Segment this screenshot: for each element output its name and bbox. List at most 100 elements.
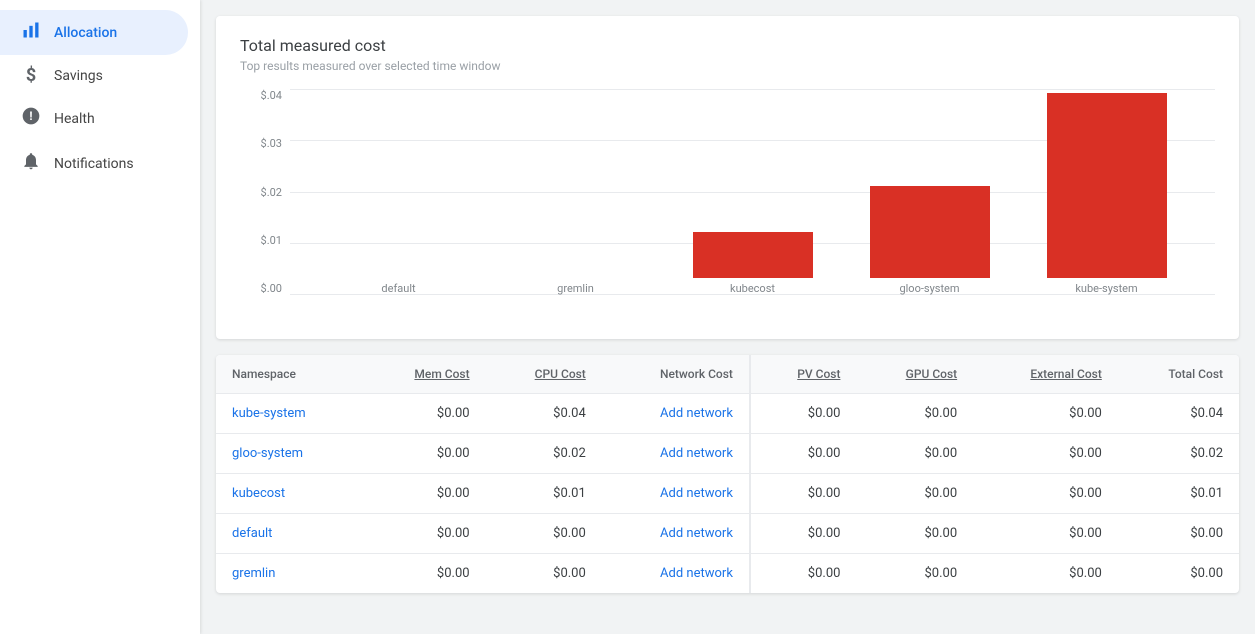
cell-network-gremlin: Add network bbox=[602, 554, 750, 594]
cell-gpu-default: $0.00 bbox=[856, 514, 973, 554]
add-network-link-gloo-system[interactable]: Add network bbox=[660, 446, 733, 461]
add-network-link-gremlin[interactable]: Add network bbox=[660, 566, 733, 581]
cell-network-gloo-system: Add network bbox=[602, 434, 750, 474]
cell-cpu-kubecost: $0.01 bbox=[486, 474, 602, 514]
sidebar: Allocation $ Savings ! Health Notificati… bbox=[0, 0, 200, 634]
sidebar-item-allocation[interactable]: Allocation bbox=[0, 10, 188, 55]
bars-container: default gremlin kubecost g bbox=[290, 89, 1215, 295]
col-header-mem-cost[interactable]: Mem Cost bbox=[364, 355, 486, 394]
cell-pv-default: $0.00 bbox=[750, 514, 857, 554]
cell-external-default: $0.00 bbox=[973, 514, 1118, 554]
namespace-link-default[interactable]: default bbox=[232, 526, 272, 541]
cell-gpu-kubecost: $0.00 bbox=[856, 474, 973, 514]
cell-namespace-kube-system: kube-system bbox=[216, 394, 364, 434]
y-label-2: $.02 bbox=[261, 186, 282, 199]
bar-group-kube-system: kube-system bbox=[1047, 93, 1167, 295]
cell-pv-kube-system: $0.00 bbox=[750, 394, 857, 434]
bar-group-default: default bbox=[339, 278, 459, 295]
cell-namespace-gloo-system: gloo-system bbox=[216, 434, 364, 474]
cell-network-kubecost: Add network bbox=[602, 474, 750, 514]
cell-namespace-gremlin: gremlin bbox=[216, 554, 364, 594]
cell-external-gremlin: $0.00 bbox=[973, 554, 1118, 594]
add-network-link-kube-system[interactable]: Add network bbox=[660, 406, 733, 421]
cell-external-kube-system: $0.00 bbox=[973, 394, 1118, 434]
add-network-link-default[interactable]: Add network bbox=[660, 526, 733, 541]
table-header-row: Namespace Mem Cost CPU Cost Network Cost… bbox=[216, 355, 1239, 394]
sidebar-item-notifications-label: Notifications bbox=[54, 156, 134, 172]
cell-namespace-kubecost: kubecost bbox=[216, 474, 364, 514]
bar-group-gremlin: gremlin bbox=[516, 278, 636, 295]
col-header-gpu-cost[interactable]: GPU Cost bbox=[856, 355, 973, 394]
cell-namespace-default: default bbox=[216, 514, 364, 554]
add-network-link-kubecost[interactable]: Add network bbox=[660, 486, 733, 501]
sidebar-item-savings[interactable]: $ Savings bbox=[0, 55, 188, 96]
cell-total-kube-system: $0.04 bbox=[1118, 394, 1239, 434]
bar-label-gremlin: gremlin bbox=[557, 282, 594, 295]
cell-network-kube-system: Add network bbox=[602, 394, 750, 434]
sidebar-item-allocation-label: Allocation bbox=[54, 25, 117, 41]
col-header-pv-cost[interactable]: PV Cost bbox=[750, 355, 857, 394]
bar-kubecost bbox=[693, 232, 813, 278]
cell-mem-kubecost: $0.00 bbox=[364, 474, 486, 514]
cell-network-default: Add network bbox=[602, 514, 750, 554]
table-row: gremlin $0.00 $0.00 Add network $0.00 $0… bbox=[216, 554, 1239, 594]
cell-cpu-gloo-system: $0.02 bbox=[486, 434, 602, 474]
cell-gpu-kube-system: $0.00 bbox=[856, 394, 973, 434]
bar-label-gloo-system: gloo-system bbox=[899, 282, 959, 295]
cell-mem-gremlin: $0.00 bbox=[364, 554, 486, 594]
cell-cpu-kube-system: $0.04 bbox=[486, 394, 602, 434]
table-row: default $0.00 $0.00 Add network $0.00 $0… bbox=[216, 514, 1239, 554]
bar-label-default: default bbox=[381, 282, 415, 295]
table-row: gloo-system $0.00 $0.02 Add network $0.0… bbox=[216, 434, 1239, 474]
cost-table: Namespace Mem Cost CPU Cost Network Cost… bbox=[216, 355, 1239, 593]
cell-total-gremlin: $0.00 bbox=[1118, 554, 1239, 594]
col-header-cpu-cost[interactable]: CPU Cost bbox=[486, 355, 602, 394]
namespace-link-kube-system[interactable]: kube-system bbox=[232, 406, 306, 421]
namespace-link-kubecost[interactable]: kubecost bbox=[232, 486, 285, 501]
chart-area: default gremlin kubecost g bbox=[290, 89, 1215, 295]
chart-title: Total measured cost bbox=[240, 36, 1215, 55]
cell-pv-gremlin: $0.00 bbox=[750, 554, 857, 594]
bar-label-kube-system: kube-system bbox=[1075, 282, 1137, 295]
cell-gpu-gloo-system: $0.00 bbox=[856, 434, 973, 474]
dollar-icon: $ bbox=[20, 65, 42, 86]
cell-cpu-default: $0.00 bbox=[486, 514, 602, 554]
bell-icon bbox=[20, 151, 42, 176]
col-header-network-cost: Network Cost bbox=[602, 355, 750, 394]
bar-group-kubecost: kubecost bbox=[693, 232, 813, 295]
bar-chart: $.04 $.03 $.02 $.01 $.00 bbox=[240, 89, 1215, 319]
cell-total-kubecost: $0.01 bbox=[1118, 474, 1239, 514]
namespace-link-gremlin[interactable]: gremlin bbox=[232, 566, 275, 581]
cell-external-kubecost: $0.00 bbox=[973, 474, 1118, 514]
y-label-0: $.00 bbox=[261, 282, 282, 295]
table-row: kubecost $0.00 $0.01 Add network $0.00 $… bbox=[216, 474, 1239, 514]
bar-gloo-system bbox=[870, 186, 990, 278]
cell-mem-kube-system: $0.00 bbox=[364, 394, 486, 434]
y-axis: $.04 $.03 $.02 $.01 $.00 bbox=[240, 89, 290, 295]
bar-chart-icon bbox=[20, 20, 42, 45]
cell-external-gloo-system: $0.00 bbox=[973, 434, 1118, 474]
svg-text:!: ! bbox=[29, 109, 32, 123]
col-header-namespace: Namespace bbox=[216, 355, 364, 394]
bar-group-gloo-system: gloo-system bbox=[870, 186, 990, 295]
cell-pv-kubecost: $0.00 bbox=[750, 474, 857, 514]
col-header-total-cost: Total Cost bbox=[1118, 355, 1239, 394]
table-body: kube-system $0.00 $0.04 Add network $0.0… bbox=[216, 394, 1239, 594]
sidebar-item-health-label: Health bbox=[54, 111, 95, 127]
col-header-external-cost[interactable]: External Cost bbox=[973, 355, 1118, 394]
sidebar-item-notifications[interactable]: Notifications bbox=[0, 141, 188, 186]
main-content: Total measured cost Top results measured… bbox=[200, 0, 1255, 634]
cell-total-gloo-system: $0.02 bbox=[1118, 434, 1239, 474]
cell-cpu-gremlin: $0.00 bbox=[486, 554, 602, 594]
sidebar-item-savings-label: Savings bbox=[54, 68, 103, 84]
y-label-4: $.04 bbox=[261, 89, 282, 102]
warning-icon: ! bbox=[20, 106, 42, 131]
y-label-3: $.03 bbox=[261, 137, 282, 150]
bar-label-kubecost: kubecost bbox=[730, 282, 775, 295]
table-row: kube-system $0.00 $0.04 Add network $0.0… bbox=[216, 394, 1239, 434]
namespace-link-gloo-system[interactable]: gloo-system bbox=[232, 446, 303, 461]
chart-card: Total measured cost Top results measured… bbox=[216, 16, 1239, 339]
sidebar-item-health[interactable]: ! Health bbox=[0, 96, 188, 141]
table-card: Namespace Mem Cost CPU Cost Network Cost… bbox=[216, 355, 1239, 593]
cell-pv-gloo-system: $0.00 bbox=[750, 434, 857, 474]
